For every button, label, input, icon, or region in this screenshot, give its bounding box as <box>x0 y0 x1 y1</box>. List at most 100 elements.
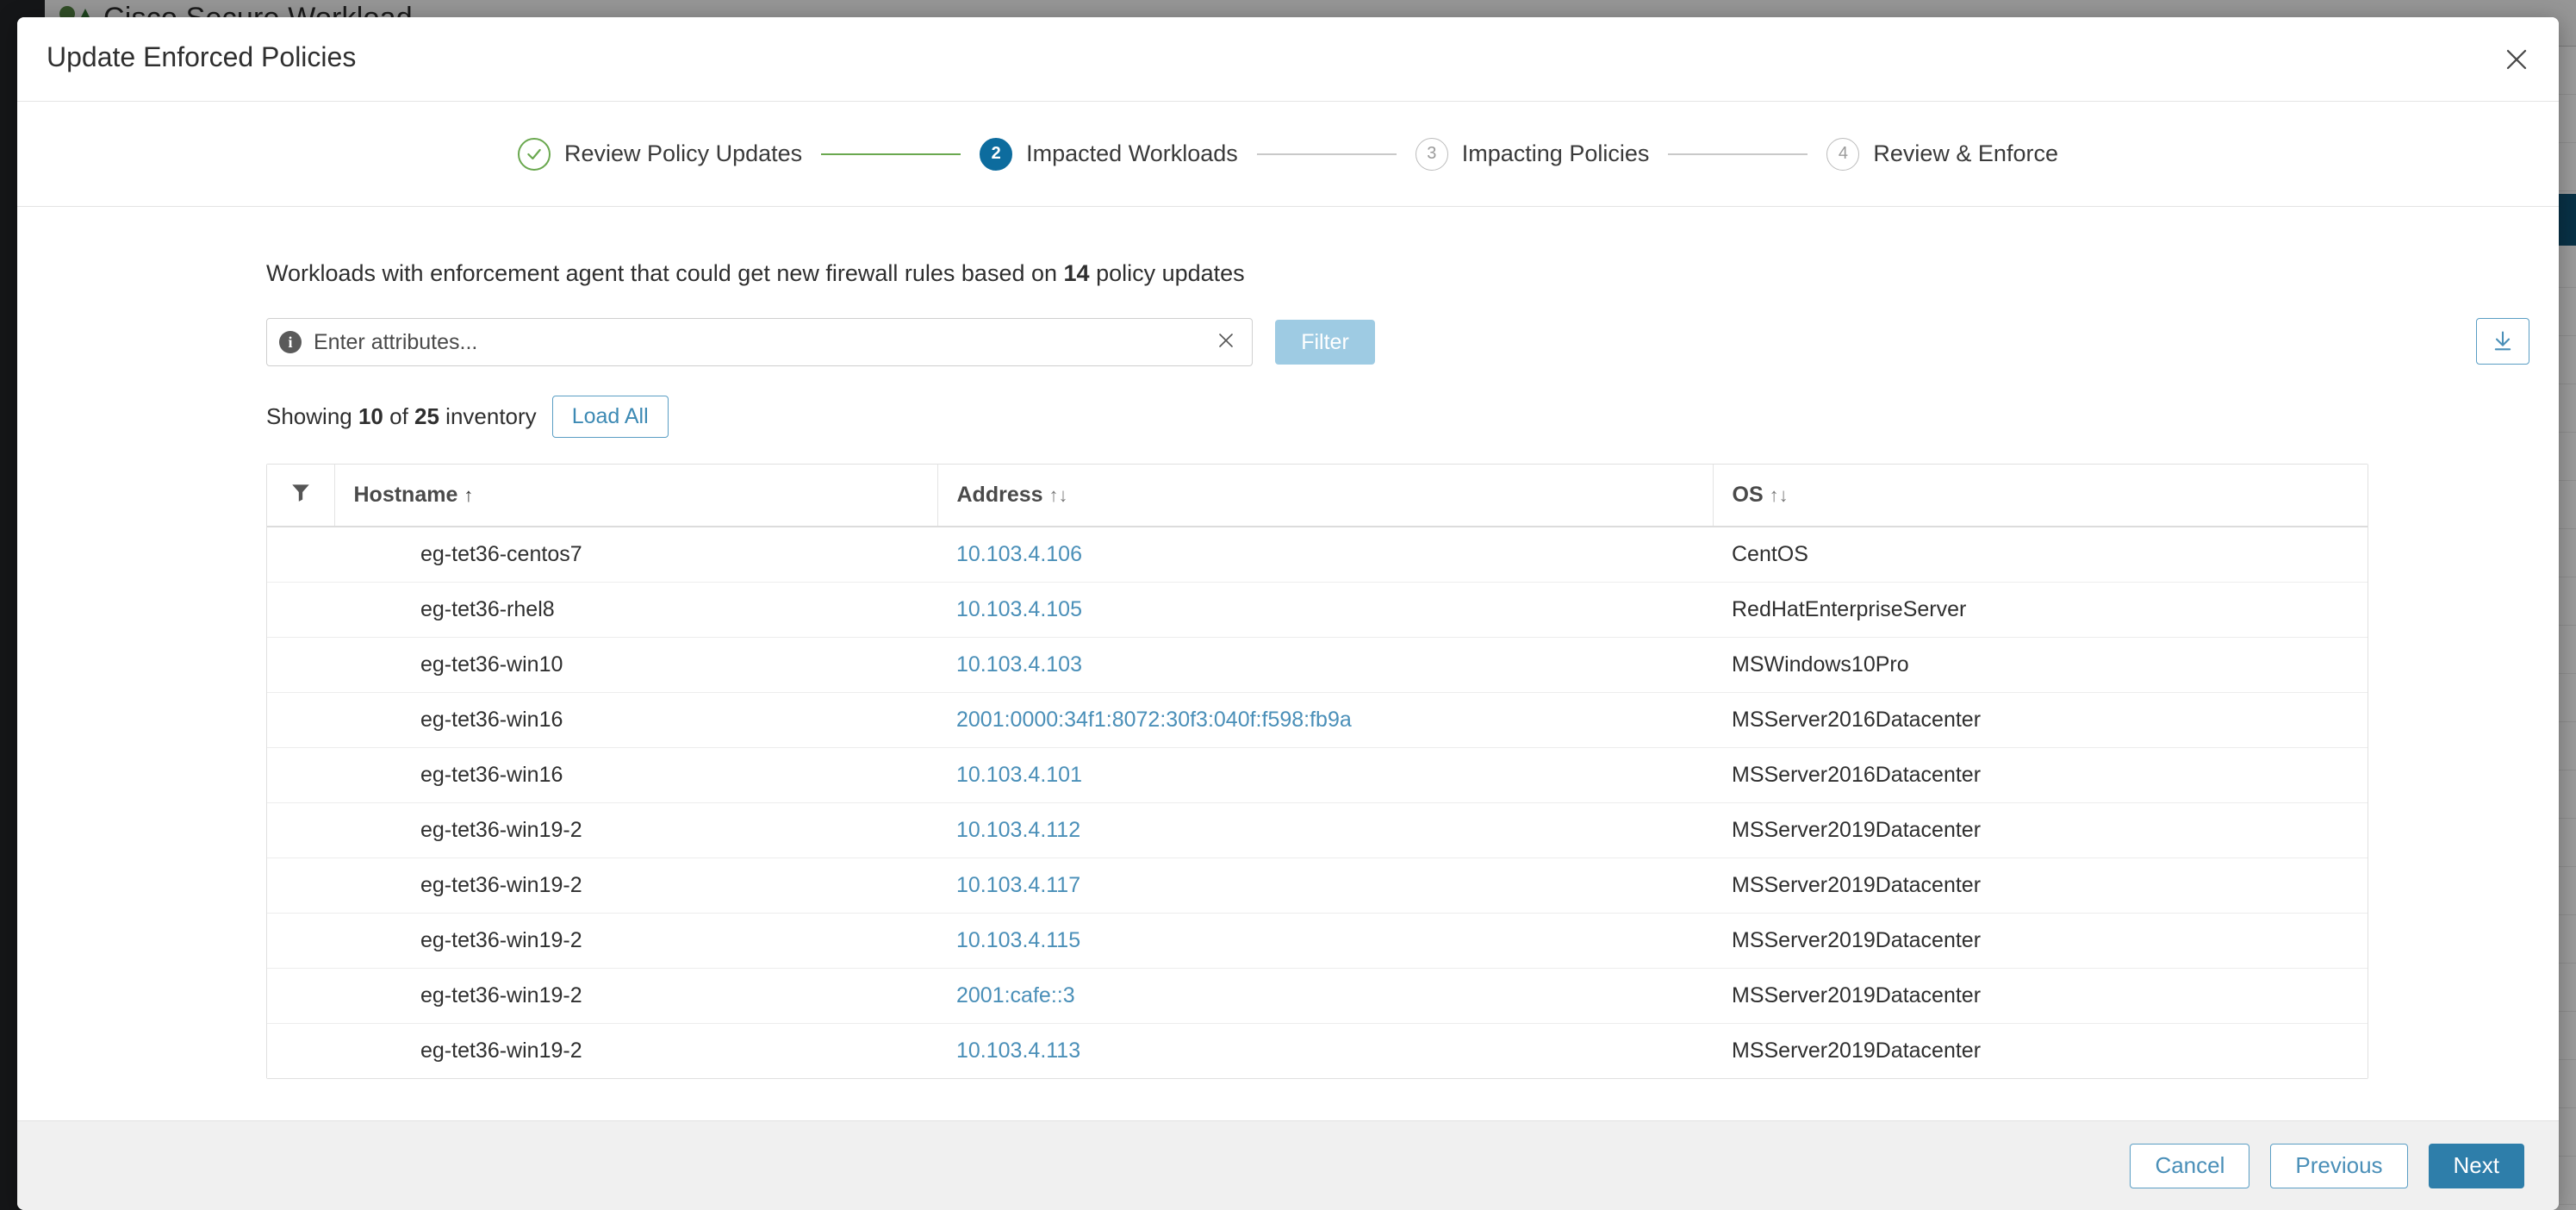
table-row[interactable]: eg-tet36-rhel8 10.103.4.105 RedHatEnterp… <box>267 582 2368 638</box>
cell-address: 10.103.4.101 <box>937 747 1713 803</box>
description-prefix: Workloads with enforcement agent that co… <box>266 260 1064 286</box>
cancel-button[interactable]: Cancel <box>2130 1143 2250 1188</box>
row-spacer <box>267 582 334 638</box>
column-label: OS <box>1732 483 1764 507</box>
cell-os: MSServer2019Datacenter <box>1713 858 2368 914</box>
cell-os: MSServer2019Datacenter <box>1713 913 2368 969</box>
close-icon[interactable] <box>2493 36 2540 83</box>
cell-os: MSServer2016Datacenter <box>1713 692 2368 748</box>
step-impacting-policies[interactable]: 3 Impacting Policies <box>1415 137 1650 171</box>
clear-icon[interactable] <box>1216 330 1240 354</box>
cell-address: 2001:cafe::3 <box>937 968 1713 1024</box>
cell-address: 10.103.4.112 <box>937 802 1713 858</box>
modal-header: Update Enforced Policies <box>17 17 2559 102</box>
cell-hostname: eg-tet36-win10 <box>334 637 937 693</box>
sort-indicator-hostname[interactable]: ↑ <box>464 484 473 506</box>
cell-os: MSServer2019Datacenter <box>1713 968 2368 1024</box>
filter-button[interactable]: Filter <box>1275 320 1375 365</box>
step-number-badge: 3 <box>1415 137 1448 171</box>
column-header-os[interactable]: OS ↑↓ <box>1713 465 2368 527</box>
address-link[interactable]: 10.103.4.103 <box>956 652 1082 677</box>
info-icon: i <box>279 331 302 353</box>
step-impacted-workloads[interactable]: 2 Impacted Workloads <box>980 137 1238 171</box>
row-spacer <box>267 747 334 803</box>
update-enforced-policies-modal: Update Enforced Policies Review Policy U… <box>17 17 2559 1210</box>
address-link[interactable]: 10.103.4.105 <box>956 597 1082 621</box>
step-label: Impacted Workloads <box>1026 140 1238 166</box>
address-link[interactable]: 10.103.4.115 <box>956 928 1080 952</box>
table-row[interactable]: eg-tet36-win19-2 10.103.4.115 MSServer20… <box>267 913 2368 969</box>
showing-prefix: Showing <box>266 403 358 429</box>
download-icon[interactable] <box>2476 318 2529 365</box>
row-spacer <box>267 913 334 969</box>
previous-button[interactable]: Previous <box>2270 1143 2408 1188</box>
column-label: Address <box>956 483 1043 507</box>
showing-count-row: Showing 10 of 25 inventory Load All <box>266 396 2529 438</box>
table-row[interactable]: eg-tet36-win19-2 2001:cafe::3 MSServer20… <box>267 968 2368 1024</box>
row-spacer <box>267 1023 334 1078</box>
cell-os: MSServer2019Datacenter <box>1713 802 2368 858</box>
cell-os: RedHatEnterpriseServer <box>1713 582 2368 638</box>
search-placeholder: Enter attributes... <box>314 329 478 354</box>
showing-suffix: inventory <box>439 403 537 429</box>
address-link[interactable]: 10.103.4.101 <box>956 763 1082 787</box>
cell-os: CentOS <box>1713 527 2368 583</box>
showing-shown: 10 <box>358 403 383 429</box>
step-label: Review & Enforce <box>1873 140 2058 166</box>
table-row[interactable]: eg-tet36-win19-2 10.103.4.112 MSServer20… <box>267 802 2368 858</box>
cell-address: 10.103.4.103 <box>937 637 1713 693</box>
step-connector-3 <box>1668 153 1808 155</box>
step-connector-2 <box>1256 153 1397 155</box>
column-filter-toggle[interactable] <box>267 465 335 527</box>
step-number-badge: 2 <box>980 137 1013 171</box>
cell-hostname: eg-tet36-win16 <box>334 747 937 803</box>
cell-address: 10.103.4.117 <box>937 858 1713 914</box>
showing-middle: of <box>383 403 415 429</box>
address-link[interactable]: 10.103.4.117 <box>956 873 1080 897</box>
address-link[interactable]: 2001:cafe::3 <box>956 983 1075 1007</box>
table-row[interactable]: eg-tet36-centos7 10.103.4.106 CentOS <box>267 527 2368 583</box>
table-header-row: Hostname ↑ Address ↑↓ OS ↑↓ <box>267 465 2368 527</box>
address-link[interactable]: 10.103.4.112 <box>956 818 1080 842</box>
row-spacer <box>267 637 334 693</box>
cell-os: MSServer2019Datacenter <box>1713 1023 2368 1078</box>
cell-hostname: eg-tet36-win19-2 <box>334 913 937 969</box>
cell-os: MSServer2016Datacenter <box>1713 747 2368 803</box>
cell-hostname: eg-tet36-win19-2 <box>334 1023 937 1078</box>
address-link[interactable]: 2001:0000:34f1:8072:30f3:040f:f598:fb9a <box>956 708 1352 732</box>
table-row[interactable]: eg-tet36-win16 10.103.4.101 MSServer2016… <box>267 747 2368 803</box>
step-review-and-enforce[interactable]: 4 Review & Enforce <box>1826 137 2058 171</box>
row-spacer <box>267 858 334 914</box>
step-label: Impacting Policies <box>1461 140 1650 166</box>
modal-footer: Cancel Previous Next <box>17 1120 2559 1210</box>
step-review-policy-updates[interactable]: Review Policy Updates <box>518 137 803 171</box>
load-all-button[interactable]: Load All <box>551 396 669 438</box>
column-label: Hostname <box>353 483 458 507</box>
address-link[interactable]: 10.103.4.113 <box>956 1038 1080 1063</box>
address-link[interactable]: 10.103.4.106 <box>956 542 1082 566</box>
cell-hostname: eg-tet36-win19-2 <box>334 968 937 1024</box>
sort-indicator-address[interactable]: ↑↓ <box>1049 484 1068 506</box>
description-text: Workloads with enforcement agent that co… <box>266 260 2529 287</box>
table-row[interactable]: eg-tet36-win19-2 10.103.4.113 MSServer20… <box>267 1023 2368 1078</box>
column-header-hostname[interactable]: Hostname ↑ <box>334 465 938 527</box>
step-number-badge: 4 <box>1826 137 1860 171</box>
cell-address: 10.103.4.113 <box>937 1023 1713 1078</box>
table-body: eg-tet36-centos7 10.103.4.106 CentOS eg-… <box>267 527 2368 1078</box>
cell-address: 10.103.4.106 <box>937 527 1713 583</box>
search-input[interactable]: i Enter attributes... <box>266 318 1253 366</box>
modal-body: Workloads with enforcement agent that co… <box>17 207 2559 1120</box>
sort-indicator-os[interactable]: ↑↓ <box>1770 484 1789 506</box>
funnel-icon <box>289 481 312 509</box>
next-button[interactable]: Next <box>2428 1143 2524 1188</box>
row-spacer <box>267 802 334 858</box>
column-header-address[interactable]: Address ↑↓ <box>937 465 1714 527</box>
table-row[interactable]: eg-tet36-win10 10.103.4.103 MSWindows10P… <box>267 637 2368 693</box>
table-row[interactable]: eg-tet36-win19-2 10.103.4.117 MSServer20… <box>267 858 2368 914</box>
filter-toolbar: i Enter attributes... Filter <box>266 318 2529 366</box>
table-row[interactable]: eg-tet36-win16 2001:0000:34f1:8072:30f3:… <box>267 692 2368 748</box>
row-spacer <box>267 527 334 583</box>
showing-count-text: Showing 10 of 25 inventory <box>266 403 537 430</box>
step-label: Review Policy Updates <box>564 140 803 166</box>
cell-hostname: eg-tet36-centos7 <box>334 527 937 583</box>
